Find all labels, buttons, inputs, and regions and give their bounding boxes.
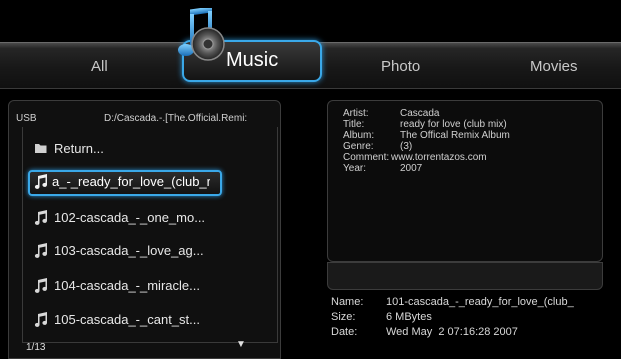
genre-key: Genre: (343, 141, 374, 152)
list-item[interactable]: 102-cascada_-_one_mo... (26, 206, 272, 230)
title-key: Title: (343, 119, 365, 130)
source-label: USB (16, 113, 37, 124)
genre-value: (3) (400, 141, 413, 152)
music-note-icon (34, 243, 47, 258)
tab-music-label: Music (226, 49, 279, 71)
size-value: 6 MBytes (386, 311, 432, 323)
date-key: Date: (331, 326, 358, 338)
music-logo-icon (178, 8, 225, 61)
music-note-icon (34, 312, 47, 327)
date-value: Wed May 2 07:16:28 2007 (386, 326, 518, 338)
list-item-label: 103-cascada_-_love_ag... (54, 243, 204, 258)
list-item[interactable]: 104-cascada_-_miracle... (26, 274, 272, 298)
tab-movies[interactable]: Movies (530, 58, 578, 75)
music-note-icon (34, 174, 47, 189)
list-item[interactable]: 105-cascada_-_cant_st... (26, 308, 272, 332)
name-value: 101-cascada_-_ready_for_love_(club_ (386, 296, 574, 308)
list-item-label: 105-cascada_-_cant_st... (54, 312, 200, 327)
music-note-icon (34, 210, 47, 225)
year-value: 2007 (400, 163, 423, 174)
comment-value: www.torrentazos.com (391, 152, 487, 163)
album-key: Album: (343, 130, 375, 141)
list-item-label: a_-_ready_for_love_(club_r (52, 174, 210, 189)
tab-all[interactable]: All (91, 58, 108, 75)
artist-key: Artist: (343, 108, 369, 119)
scroll-down-icon[interactable]: ▼ (236, 339, 246, 350)
list-item-return[interactable]: Return... (26, 137, 272, 161)
name-key: Name: (331, 296, 364, 308)
title-value: ready for love (club mix) (400, 119, 507, 130)
tab-photo[interactable]: Photo (381, 58, 420, 75)
folder-icon (35, 144, 47, 153)
list-item-label: Return... (54, 141, 104, 156)
page-indicator: 1/13 (26, 342, 46, 353)
year-key: Year: (343, 163, 366, 174)
album-value: The Offical Remix Album (400, 130, 510, 141)
music-note-icon (34, 278, 47, 293)
list-item-selected[interactable]: a_-_ready_for_love_(club_r (28, 170, 222, 196)
artist-value: Cascada (400, 108, 440, 119)
size-key: Size: (331, 311, 356, 323)
list-item-label: 102-cascada_-_one_mo... (54, 210, 206, 225)
comment-key: Comment: (343, 152, 390, 163)
path-label: D:/Cascada.-.[The.Official.Remi: (104, 113, 248, 124)
list-item[interactable]: 103-cascada_-_love_ag... (26, 239, 272, 263)
list-item-label: 104-cascada_-_miracle... (54, 278, 200, 293)
info-status-bar (327, 262, 603, 290)
